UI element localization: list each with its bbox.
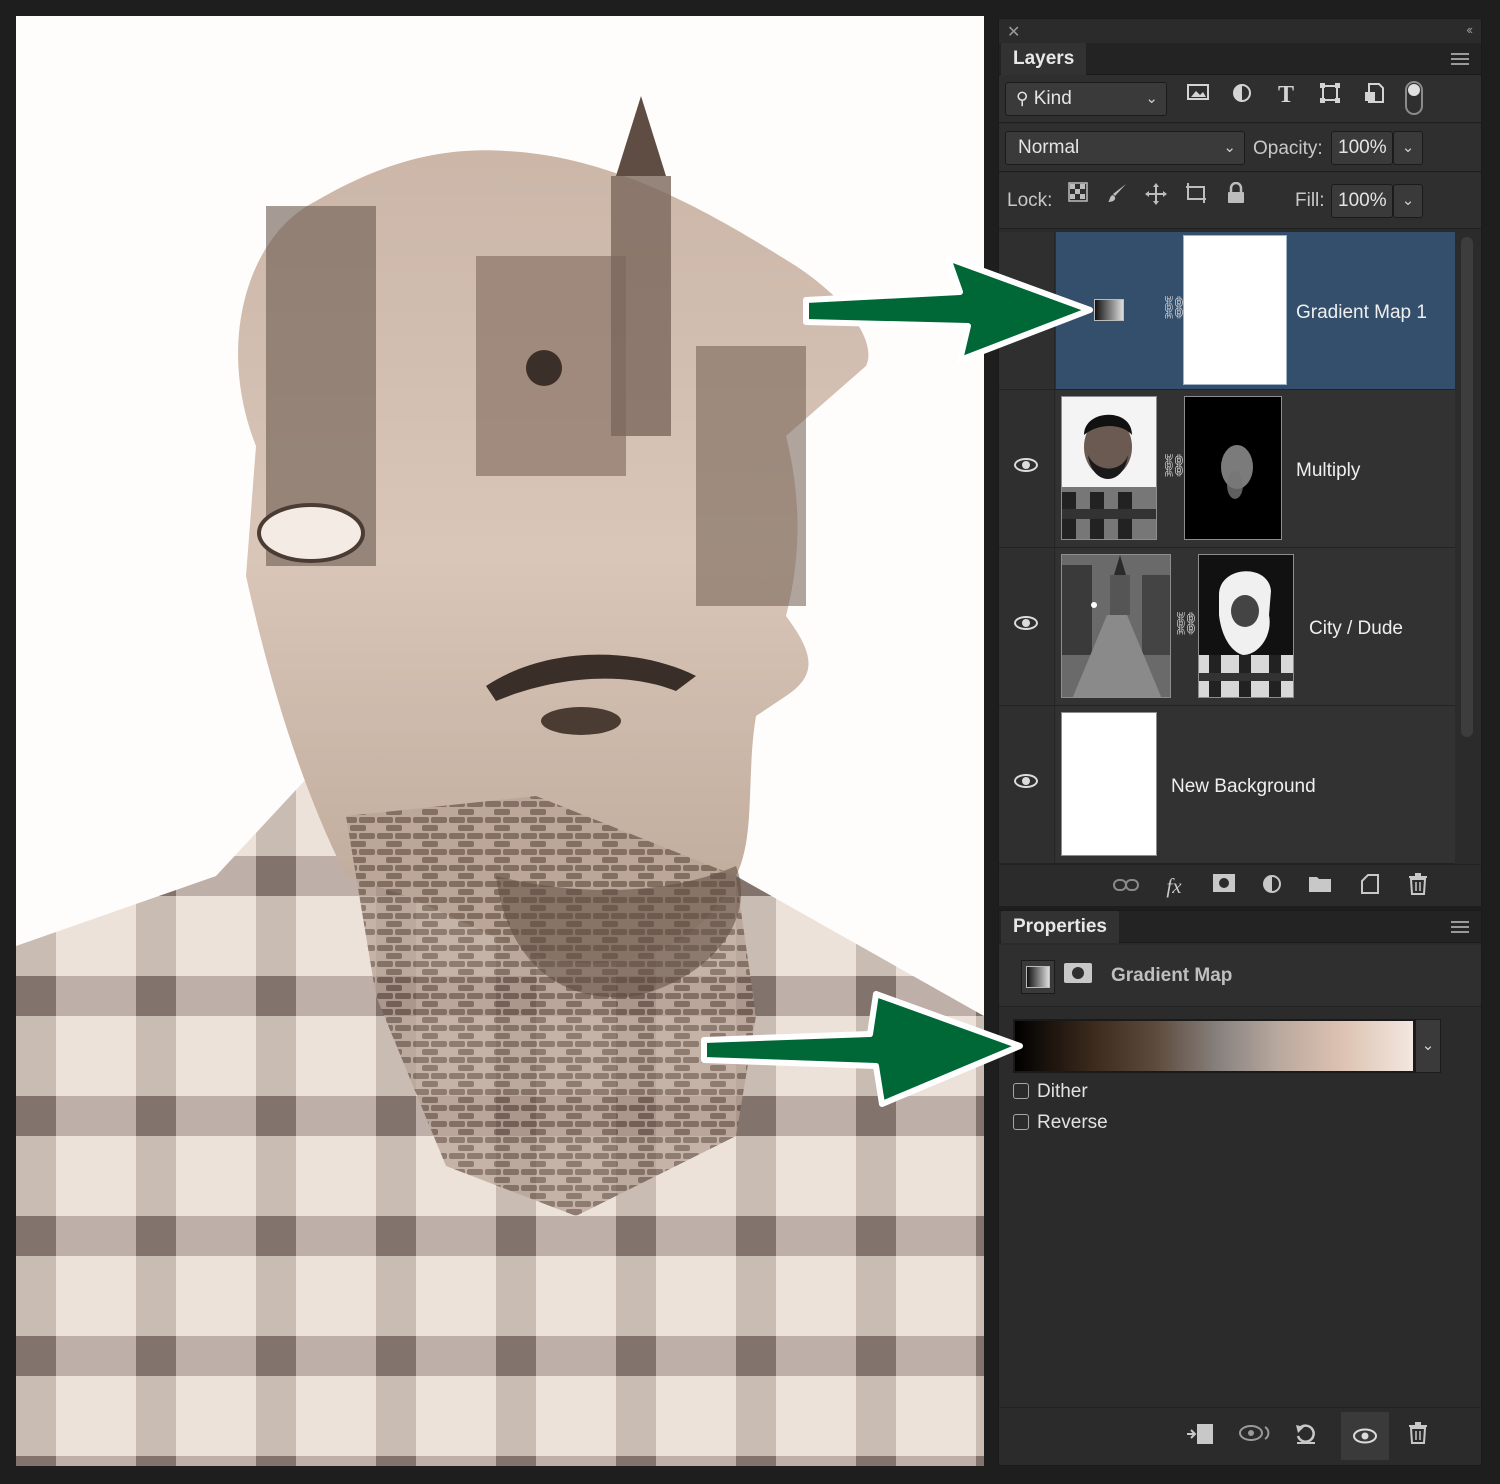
shape-filter-icon[interactable] [1317,82,1343,108]
toggle-visibility-icon[interactable] [1341,1412,1389,1460]
lock-image-pixels-icon[interactable] [1105,182,1131,208]
filter-kind-label: Kind [1033,88,1072,109]
layer-multiply[interactable]: ⛓ Multiply [999,390,1455,548]
eye-icon[interactable] [1014,774,1038,788]
blend-mode-value: Normal [1018,137,1080,158]
gradient-dropdown[interactable]: ⌄ [1415,1019,1441,1073]
lock-position-icon[interactable] [1143,182,1169,208]
adjustment-filter-icon[interactable] [1229,82,1255,108]
opacity-slider-toggle[interactable]: ⌄ [1393,131,1423,165]
properties-title: Gradient Map [1111,965,1233,986]
fill-slider-toggle[interactable]: ⌄ [1393,184,1423,218]
layers-panel: ✕ ‹‹ Layers ⚲ Kind ⌄ T Normal ⌄ Opacity:… [998,18,1482,906]
layer-body[interactable]: ⛓ Gradient Map 1 [1056,232,1455,389]
layer-name[interactable]: New Background [1171,776,1316,798]
double-exposure-artwork [16,96,984,1466]
gradient-map-adjustment-icon [1094,299,1124,321]
layer-name[interactable]: City / Dude [1309,618,1403,640]
layer-mask-thumbnail[interactable] [1183,235,1287,385]
fill-label: Fill: [1295,190,1325,211]
properties-header: Gradient Map [999,945,1481,1007]
image-filter-icon[interactable] [1185,82,1211,108]
gradient-map-icon[interactable] [1021,960,1055,994]
layers-tabbar: Layers [999,43,1481,75]
search-icon: ⚲ [1016,89,1029,108]
lock-artboard-icon[interactable] [1183,182,1209,208]
gradient-picker[interactable] [1013,1019,1415,1073]
layer-image-thumbnail[interactable] [1061,712,1157,856]
trash-icon[interactable] [1403,873,1433,899]
visibility-toggle[interactable] [999,232,1055,389]
layer-mask-thumbnail[interactable] [1198,554,1294,698]
visibility-toggle[interactable] [999,390,1055,547]
reverse-checkbox[interactable] [1013,1114,1029,1130]
tab-layers[interactable]: Layers [1001,43,1087,75]
layer-body[interactable]: ⛓ Multiply [1056,390,1455,547]
layer-body[interactable]: New Background [1056,706,1455,863]
layer-image-thumbnail[interactable] [1061,554,1171,698]
trash-icon[interactable] [1401,1422,1435,1452]
reverse-label[interactable]: Reverse [1037,1112,1108,1134]
link-icon[interactable]: ⛓ [1172,611,1200,637]
clip-to-layer-icon[interactable] [1183,1422,1217,1452]
layer-mask-thumbnail[interactable] [1184,396,1282,540]
properties-panel: Properties Gradient Map ⌄ Dither Reverse [998,910,1482,1466]
view-previous-state-icon[interactable] [1237,1422,1271,1452]
layer-gradient-map-1[interactable]: ⛓ Gradient Map 1 [999,232,1455,390]
layers-scrollbar[interactable] [1461,237,1473,737]
lock-label: Lock: [1007,190,1053,211]
lock-all-icon[interactable] [1223,181,1249,208]
layer-name[interactable]: Multiply [1296,460,1360,482]
photoshop-window: ✕ ‹‹ Layers ⚲ Kind ⌄ T Normal ⌄ Opacity:… [0,0,1500,1484]
dither-checkbox[interactable] [1013,1083,1029,1099]
properties-tabbar: Properties [999,911,1481,943]
layers-list: ⛓ Gradient Map 1 ⛓ Multiply ⛓ City / Dud… [999,232,1455,864]
visibility-toggle[interactable] [999,706,1055,863]
layer-name[interactable]: Gradient Map 1 [1296,302,1427,324]
opacity-input[interactable]: 100% [1331,131,1393,165]
folder-icon[interactable] [1305,873,1335,899]
blend-row: Normal ⌄ Opacity: 100% ⌄ [999,124,1481,172]
blend-mode-select[interactable]: Normal ⌄ [1005,131,1245,165]
filter-toggle-switch[interactable] [1405,81,1423,115]
lock-row: Lock: Fill: 100% ⌄ [999,173,1481,229]
layer-city-dude[interactable]: ⛓ City / Dude [999,548,1455,706]
layers-bottom-bar: fx [999,864,1481,906]
chevron-down-icon: ⌄ [1223,139,1236,156]
fill-input[interactable]: 100% [1331,184,1393,218]
tab-properties[interactable]: Properties [1001,911,1119,943]
collapse-panels-icon[interactable]: ‹‹ [1466,22,1473,37]
type-filter-icon[interactable]: T [1273,82,1299,108]
new-layer-icon[interactable] [1355,873,1385,899]
layer-image-thumbnail[interactable] [1061,396,1157,540]
visibility-toggle[interactable] [999,548,1055,705]
mask-icon[interactable] [1063,960,1097,994]
filter-kind-select[interactable]: ⚲ Kind ⌄ [1005,82,1167,116]
eye-icon[interactable] [1014,458,1038,472]
chevron-down-icon: ⌄ [1145,90,1158,107]
document-canvas[interactable] [16,16,984,1466]
panel-topbar: ✕ ‹‹ [999,19,1481,43]
adjustment-layer-icon[interactable] [1257,873,1287,899]
properties-bottom-bar [999,1407,1481,1465]
eye-icon[interactable] [1014,616,1038,630]
close-icon[interactable]: ✕ [1007,22,1020,42]
opacity-label: Opacity: [1253,138,1323,159]
fx-icon[interactable]: fx [1159,873,1189,899]
dither-label[interactable]: Dither [1037,1081,1088,1103]
smart-object-filter-icon[interactable] [1361,82,1387,108]
lock-transparent-pixels-icon[interactable] [1065,182,1091,208]
add-mask-icon[interactable] [1209,873,1239,899]
reset-icon[interactable] [1289,1422,1323,1452]
layer-body[interactable]: ⛓ City / Dude [1056,548,1455,705]
panel-menu-icon[interactable] [1451,53,1469,65]
panel-menu-icon[interactable] [1451,921,1469,933]
link-layers-icon[interactable] [1111,873,1141,899]
filter-row: ⚲ Kind ⌄ T [999,75,1481,123]
layer-new-background[interactable]: New Background [999,706,1455,864]
